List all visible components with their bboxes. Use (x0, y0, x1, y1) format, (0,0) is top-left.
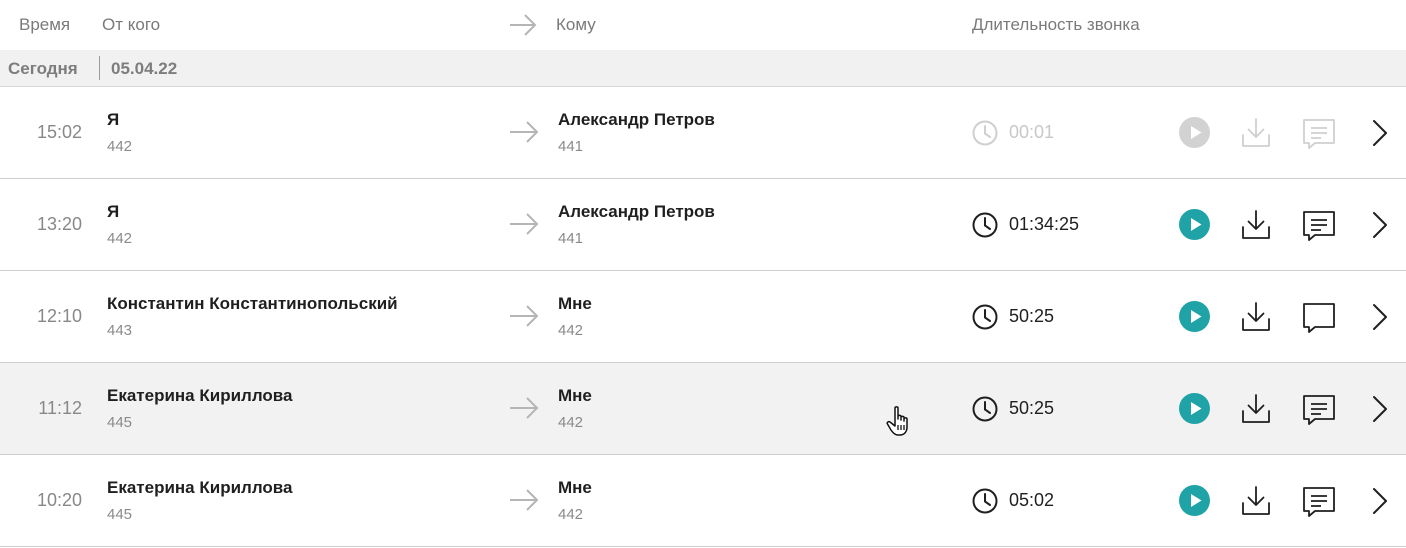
arrow-right-icon (510, 397, 539, 419)
arrow-right-icon (510, 213, 539, 235)
download-icon[interactable] (1240, 392, 1272, 425)
play-icon[interactable] (1179, 393, 1210, 424)
call-duration: 05:02 (1009, 490, 1055, 510)
callee-name: Александр Петров (558, 110, 715, 129)
arrow-right-icon (510, 121, 539, 143)
callee-name: Мне (558, 294, 592, 313)
hand-cursor-icon (886, 406, 908, 436)
callee-extension: 442 (558, 322, 584, 339)
caller-extension: 445 (107, 414, 133, 431)
download-icon[interactable] (1240, 208, 1272, 241)
header-to: Кому (556, 15, 596, 34)
chevron-right-icon[interactable] (1369, 486, 1391, 516)
play-icon[interactable] (1179, 485, 1210, 516)
arrow-right-icon (510, 489, 539, 511)
clock-icon (972, 396, 998, 422)
call-duration: 50:25 (1009, 306, 1055, 326)
call-row[interactable]: 10:20 Екатерина Кириллова 445 Мне 442 05:02 (0, 455, 1406, 547)
group-date: 05.04.22 (111, 59, 178, 78)
call-time: 15:02 (36, 122, 82, 142)
call-row[interactable]: 12:10 Константин Константинопольский 443 Мн… (0, 271, 1406, 363)
call-row[interactable]: 11:12 Екатерина Кириллова 445 Мне 442 50:25 (0, 363, 1406, 455)
clock-icon (972, 120, 998, 146)
callee-name: Александр Петров (558, 202, 715, 221)
header-from: От кого (102, 15, 161, 34)
caller-extension: 442 (107, 138, 133, 155)
arrow-right-icon (510, 305, 539, 327)
message-text-icon[interactable] (1302, 117, 1336, 149)
chevron-right-icon[interactable] (1369, 394, 1391, 424)
caller-name: Екатерина Кириллова (107, 478, 293, 497)
caller-extension: 442 (107, 230, 133, 247)
play-icon[interactable] (1179, 117, 1210, 148)
caller-name: Екатерина Кириллова (107, 386, 293, 405)
caller-extension: 443 (107, 322, 133, 339)
download-icon[interactable] (1240, 484, 1272, 517)
chevron-right-icon[interactable] (1369, 302, 1391, 332)
message-empty-icon[interactable] (1302, 301, 1336, 333)
download-icon[interactable] (1240, 116, 1272, 149)
call-time: 11:12 (38, 398, 82, 418)
call-duration: 50:25 (1009, 398, 1055, 418)
callee-extension: 441 (558, 138, 584, 155)
message-text-icon[interactable] (1302, 209, 1336, 241)
callee-name: Мне (558, 478, 592, 497)
table-header: Время От кого Кому Длительность звонка (0, 0, 1406, 50)
caller-name: Я (107, 110, 120, 129)
clock-icon (972, 488, 998, 514)
group-separator (99, 56, 100, 80)
callee-extension: 441 (558, 230, 584, 247)
clock-icon (972, 304, 998, 330)
caller-extension: 445 (107, 506, 133, 523)
message-text-icon[interactable] (1302, 485, 1336, 517)
call-time: 12:10 (36, 306, 82, 326)
message-text-icon[interactable] (1302, 393, 1336, 425)
play-icon[interactable] (1179, 301, 1210, 332)
clock-icon (972, 212, 998, 238)
callee-name: Мне (558, 386, 592, 405)
chevron-right-icon[interactable] (1369, 118, 1391, 148)
call-time: 10:20 (36, 490, 82, 510)
download-icon[interactable] (1240, 300, 1272, 333)
call-duration: 01:34:25 (1009, 214, 1080, 234)
call-time: 13:20 (36, 214, 82, 234)
callee-extension: 442 (558, 506, 584, 523)
header-duration: Длительность звонка (972, 15, 1140, 34)
group-label: Сегодня (8, 59, 78, 78)
header-time: Время (19, 15, 71, 34)
call-duration: 00:01 (1009, 122, 1055, 142)
caller-name: Я (107, 202, 120, 221)
play-icon[interactable] (1179, 209, 1210, 240)
arrow-right-icon (510, 14, 537, 36)
chevron-right-icon[interactable] (1369, 210, 1391, 240)
date-group-header: Сегодня 05.04.22 (0, 50, 1406, 87)
caller-name: Константин Константинопольский (107, 294, 398, 313)
call-row[interactable]: 13:20 Я 442 Александр Петров 441 01:34:25 (0, 179, 1406, 271)
call-row[interactable]: 15:02 Я 442 Александр Петров 441 00:01 (0, 87, 1406, 179)
callee-extension: 442 (558, 414, 584, 431)
